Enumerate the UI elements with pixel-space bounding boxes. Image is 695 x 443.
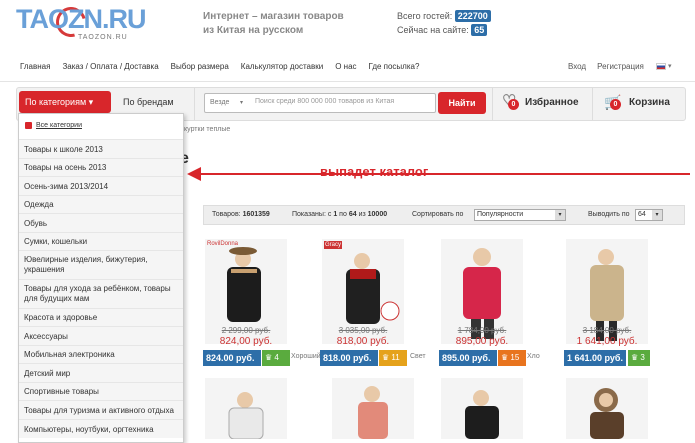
annotation-line xyxy=(196,173,690,175)
sort-label: Сортировать по xyxy=(412,211,464,218)
nav-home[interactable]: Главная xyxy=(20,62,50,71)
divider xyxy=(492,87,493,121)
arrow-left-icon xyxy=(187,167,201,181)
auth-links: Вход Регистрация xyxy=(568,62,644,71)
category-item[interactable]: Спортивные товары xyxy=(19,382,183,400)
listing-toolbar: Товаров: 1601359 Показаны: с 1 по 64 из … xyxy=(203,205,685,225)
logo-text: TAOZN.RU xyxy=(16,4,146,34)
category-item[interactable]: Компьютеры, ноутбуки, оргтехника xyxy=(19,419,183,438)
bonus-badge: ♛ 15 xyxy=(498,350,526,366)
annotation-text: выпадет каталог xyxy=(320,164,429,179)
register-link[interactable]: Регистрация xyxy=(597,62,644,71)
product-image[interactable] xyxy=(566,378,648,439)
site-logo[interactable]: TAOZN.RU TAOZON.RU xyxy=(16,1,164,44)
russian-flag-icon xyxy=(656,62,666,70)
chevron-down-icon: ▾ xyxy=(555,210,565,220)
shown-range: Показаны: с 1 по 64 из 10000 xyxy=(292,211,388,218)
price-button[interactable]: 895.00 руб. xyxy=(439,350,497,366)
divider xyxy=(194,87,195,121)
cart-count: 0 xyxy=(610,99,621,110)
category-item[interactable]: Мобильная электроника xyxy=(19,345,183,363)
bonus-badge: ♛ 4 xyxy=(262,350,290,366)
nav-tracking[interactable]: Где посылка? xyxy=(369,62,420,71)
top-navigation: Главная Заказ / Оплата / Доставка Выбор … xyxy=(20,62,419,71)
divider xyxy=(592,87,593,121)
category-bullet-icon xyxy=(25,122,32,129)
guests-badge: 222700 xyxy=(454,10,491,22)
login-link[interactable]: Вход xyxy=(568,62,586,71)
by-category-button[interactable]: По категориям ▾ xyxy=(19,91,111,113)
old-price: 2 299,00 руб. xyxy=(221,326,271,335)
category-item[interactable]: Сумки, кошельки xyxy=(19,232,183,250)
product-image[interactable] xyxy=(205,378,287,440)
sale-price: 824,00 руб. xyxy=(219,336,273,347)
product-extra: Хороший xyxy=(291,353,321,360)
old-price: 3 035,00 руб. xyxy=(338,326,388,335)
favorites-count: 0 xyxy=(508,99,519,110)
favorites-button[interactable]: ♡ 0 Избранное xyxy=(502,94,579,110)
search-placeholder: Поиск среди 800 000 000 товаров из Китая xyxy=(255,98,395,105)
price-button[interactable]: 818.00 руб. xyxy=(320,350,378,366)
bonus-badge: ♛ 3 xyxy=(628,350,650,366)
nav-calculator[interactable]: Калькулятор доставки xyxy=(241,62,323,71)
language-select[interactable]: ▾ xyxy=(656,62,671,70)
breadcrumb: куртки теплые xyxy=(184,126,231,133)
product-photo xyxy=(358,386,388,439)
sale-price: 895,00 руб. xyxy=(455,336,509,347)
category-item[interactable]: Товары для ухода за ребёнком, товары для… xyxy=(19,279,183,308)
category-item[interactable]: Красота и здоровье xyxy=(19,308,183,326)
sale-price: 818,00 руб. xyxy=(336,336,390,347)
by-brand-button[interactable]: По брендам xyxy=(123,97,174,107)
guest-stats: Всего гостей: 222700 xyxy=(397,9,491,23)
product-photo xyxy=(590,388,624,439)
search-scope-select[interactable]: Везде xyxy=(210,99,229,106)
online-stats: Сейчас на сайте: 65 xyxy=(397,24,488,36)
nav-order[interactable]: Заказ / Оплата / Доставка xyxy=(62,62,158,71)
product-extra: Хло xyxy=(527,353,540,360)
product-image[interactable] xyxy=(441,378,523,439)
price-button[interactable]: 824.00 руб. xyxy=(203,350,261,366)
chevron-down-icon: ▾ xyxy=(652,210,662,220)
old-price: 1 784,00 руб. xyxy=(457,326,507,335)
online-badge: 65 xyxy=(471,24,488,36)
goods-count: Товаров: 1601359 xyxy=(212,211,270,218)
category-item[interactable]: Осень-зима 2013/2014 xyxy=(19,176,183,195)
nav-size[interactable]: Выбор размера xyxy=(171,62,229,71)
category-dropdown: Все категории Товары к школе 2013 Товары… xyxy=(18,113,184,443)
old-price: 3 184,00 руб. xyxy=(582,326,632,335)
per-page-label: Выводить по xyxy=(588,211,630,218)
all-categories-link[interactable]: Все категории xyxy=(25,122,82,129)
category-item[interactable]: Детский мир xyxy=(19,363,183,382)
category-item[interactable]: Товары на осень 2013 xyxy=(19,158,183,176)
category-item[interactable]: Аксессуары xyxy=(19,326,183,345)
cart-button[interactable]: 🛒 0 Корзина xyxy=(604,94,670,110)
product-image[interactable] xyxy=(332,378,414,439)
category-item[interactable]: Обувь xyxy=(19,213,183,232)
nav-about[interactable]: О нас xyxy=(335,62,356,71)
category-item[interactable]: Товары для туризма и активного отдыха xyxy=(19,400,183,419)
product-photo xyxy=(228,392,264,440)
chevron-down-icon: ▾ xyxy=(240,100,244,106)
per-page-select[interactable]: 64 ▾ xyxy=(635,209,663,221)
product-extra: Свет xyxy=(410,353,426,360)
site-tagline: Интернет – магазин товаров из Китая на р… xyxy=(203,11,344,36)
sort-select[interactable]: Популярности ▾ xyxy=(474,209,566,221)
price-button[interactable]: 1 641.00 руб. xyxy=(564,350,626,366)
sale-price: 1 641,00 руб. xyxy=(576,336,638,347)
bonus-badge: ♛ 11 xyxy=(379,350,407,366)
chevron-down-icon: ▾ xyxy=(88,97,94,107)
search-button[interactable]: Найти xyxy=(438,92,486,114)
category-item[interactable]: Ювелирные изделия, бижутерия, украшения xyxy=(19,250,183,279)
product-photo xyxy=(465,390,499,439)
heart-icon: ♡ 0 xyxy=(502,94,520,110)
cart-icon: 🛒 0 xyxy=(604,94,624,110)
header-divider xyxy=(0,81,695,82)
logo-subtext: TAOZON.RU xyxy=(78,34,128,41)
category-item[interactable]: Одежда xyxy=(19,195,183,213)
category-item[interactable]: Товары к школе 2013 xyxy=(19,139,183,158)
